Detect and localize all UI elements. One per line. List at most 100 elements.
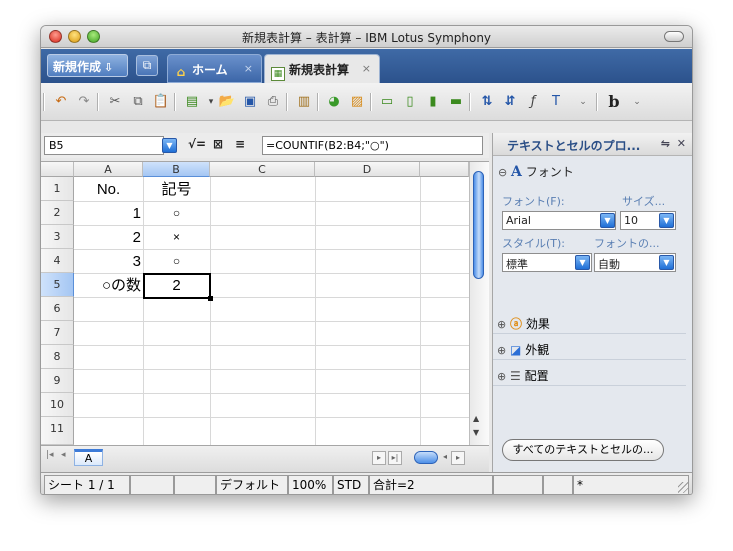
cell-b1[interactable]: 記号	[143, 178, 210, 202]
prev-sheet-icon[interactable]: ◂	[61, 450, 66, 460]
open-folder-icon[interactable]: 📂	[217, 92, 237, 112]
cell-b2[interactable]: ○	[143, 201, 210, 225]
tab-home[interactable]: ⌂ ホーム ×	[167, 54, 262, 83]
sidebar-close-icon[interactable]: ✕	[677, 137, 686, 150]
chart-icon[interactable]: ◕	[324, 92, 344, 112]
last-sheet-icon[interactable]: ▸|	[388, 451, 402, 465]
scroll-right-icon[interactable]: ▸	[372, 451, 386, 465]
format-icon[interactable]: ▥	[294, 92, 314, 112]
status-selection-mode[interactable]: STD	[333, 475, 369, 494]
font-a-icon: A	[511, 164, 522, 180]
alignment-section[interactable]: ⊕ ☰ 配置	[493, 364, 686, 386]
formula-input[interactable]: =COUNTIF(B2:B4;"○")	[262, 136, 483, 155]
all-text-cell-properties-button[interactable]: すべてのテキストとセルの...	[502, 439, 664, 461]
redo-icon[interactable]: ↷	[74, 92, 94, 112]
column-header-b[interactable]: B	[143, 162, 210, 177]
toolbar-separator	[97, 93, 99, 111]
row-header[interactable]: 3	[41, 225, 74, 249]
insert-column-icon[interactable]: ▯	[400, 92, 420, 112]
cut-icon[interactable]: ✂	[105, 92, 125, 112]
row-header[interactable]: 10	[41, 393, 74, 417]
spreadsheet-grid[interactable]: A B C D 1 2 3 4 5 6 7 8 9 10 11 No. 記号 1…	[41, 161, 489, 473]
name-box[interactable]: B5	[44, 136, 164, 155]
font-style-dropdown-icon[interactable]: ▼	[575, 255, 590, 270]
row-header[interactable]: 8	[41, 345, 74, 369]
save-icon[interactable]: ▣	[240, 92, 260, 112]
status-zoom[interactable]: 100%	[288, 475, 333, 494]
bold-icon[interactable]: b	[604, 92, 624, 112]
tab-spreadsheet[interactable]: ▦ 新規表計算 ×	[264, 54, 380, 83]
row-header[interactable]: 5	[41, 273, 74, 297]
column-header-e[interactable]	[420, 162, 469, 177]
row-header[interactable]: 6	[41, 297, 74, 321]
scroll-right-end-icon[interactable]: ▸	[451, 451, 465, 465]
toolbar-separator	[596, 93, 598, 111]
column-header-a[interactable]: A	[74, 162, 143, 177]
vertical-scroll-thumb[interactable]	[473, 171, 484, 279]
scroll-left-icon[interactable]: ◂	[438, 451, 452, 465]
font-size-dropdown-icon[interactable]: ▼	[659, 213, 674, 228]
collapse-icon[interactable]: ⊖	[498, 166, 507, 179]
sum-icon[interactable]: ⊠	[213, 137, 223, 151]
row-header[interactable]: 1	[41, 177, 74, 201]
fill-handle[interactable]	[208, 296, 213, 301]
sidebar-pin-icon[interactable]: ⇋	[661, 137, 670, 150]
copy-icon[interactable]: ⧉	[128, 92, 148, 112]
font-color-dropdown-icon[interactable]: ▼	[659, 255, 674, 270]
formula-icon[interactable]: ≡	[235, 137, 245, 151]
corner-select-all[interactable]	[41, 162, 74, 177]
delete-column-icon[interactable]: ▬	[446, 92, 466, 112]
print-icon[interactable]: ⎙	[263, 92, 283, 112]
effects-section[interactable]: ⊕ ⓐ 効果	[493, 312, 686, 334]
cell-a5[interactable]: ○の数	[74, 274, 141, 298]
column-header-c[interactable]: C	[210, 162, 315, 177]
appearance-section[interactable]: ⊕ ◪ 外観	[493, 338, 686, 360]
function-icon[interactable]: ƒ	[523, 92, 543, 112]
new-file-icon[interactable]: ▤	[182, 92, 202, 112]
cell-b3[interactable]: ×	[143, 225, 210, 249]
more-tools-icon[interactable]: ⌄	[573, 92, 593, 112]
font-section-header[interactable]: ⊖ A フォント	[498, 163, 574, 180]
row-header[interactable]: 7	[41, 321, 74, 345]
name-box-dropdown-icon[interactable]: ▼	[162, 138, 177, 153]
sort-descending-icon[interactable]: ⇵	[500, 92, 520, 112]
cell-a3[interactable]: 2	[74, 226, 141, 250]
row-header[interactable]: 2	[41, 201, 74, 225]
row-header[interactable]: 9	[41, 369, 74, 393]
font-name-select[interactable]: Arial	[502, 211, 616, 230]
function-wizard-icon[interactable]: √=	[188, 137, 206, 151]
delete-row-icon[interactable]: ▮	[423, 92, 443, 112]
row-header[interactable]: 4	[41, 249, 74, 273]
grid-line	[420, 177, 421, 445]
more-format-icon[interactable]: ⌄	[627, 92, 647, 112]
toolbar-toggle-icon[interactable]	[664, 31, 684, 42]
text-box-icon[interactable]: T	[546, 92, 566, 112]
expand-icon: ⊕	[497, 370, 507, 383]
cell-a4[interactable]: 3	[74, 250, 141, 274]
vertical-scrollbar[interactable]: ▲ ▼	[469, 162, 489, 445]
undo-icon[interactable]: ↶	[51, 92, 71, 112]
first-sheet-icon[interactable]: |◂	[46, 450, 54, 460]
sort-ascending-icon[interactable]: ⇅	[477, 92, 497, 112]
paste-icon[interactable]: 📋	[151, 92, 171, 112]
resize-grip-icon[interactable]	[678, 482, 689, 493]
grid-line	[74, 345, 469, 346]
cell-b4[interactable]: ○	[143, 249, 210, 273]
status-page-style[interactable]: デフォルト	[216, 475, 288, 494]
horizontal-scroll-thumb[interactable]	[414, 451, 438, 464]
tab-spreadsheet-close-icon[interactable]: ×	[362, 62, 371, 75]
scroll-down-icon[interactable]: ▼	[473, 428, 479, 437]
image-icon[interactable]: ▨	[347, 92, 367, 112]
cell-a1[interactable]: No.	[74, 178, 143, 202]
grid-line	[315, 177, 316, 445]
column-header-d[interactable]: D	[315, 162, 420, 177]
pages-icon[interactable]: ⧉	[136, 55, 158, 76]
new-document-button[interactable]: 新規作成 ⇩	[47, 54, 128, 77]
sheet-tab[interactable]: A	[74, 449, 103, 466]
row-header[interactable]: 11	[41, 417, 74, 445]
cell-a2[interactable]: 1	[74, 202, 141, 226]
font-name-dropdown-icon[interactable]: ▼	[600, 213, 615, 228]
insert-row-icon[interactable]: ▭	[377, 92, 397, 112]
scroll-up-icon[interactable]: ▲	[473, 414, 479, 423]
tab-home-close-icon[interactable]: ×	[244, 62, 253, 75]
